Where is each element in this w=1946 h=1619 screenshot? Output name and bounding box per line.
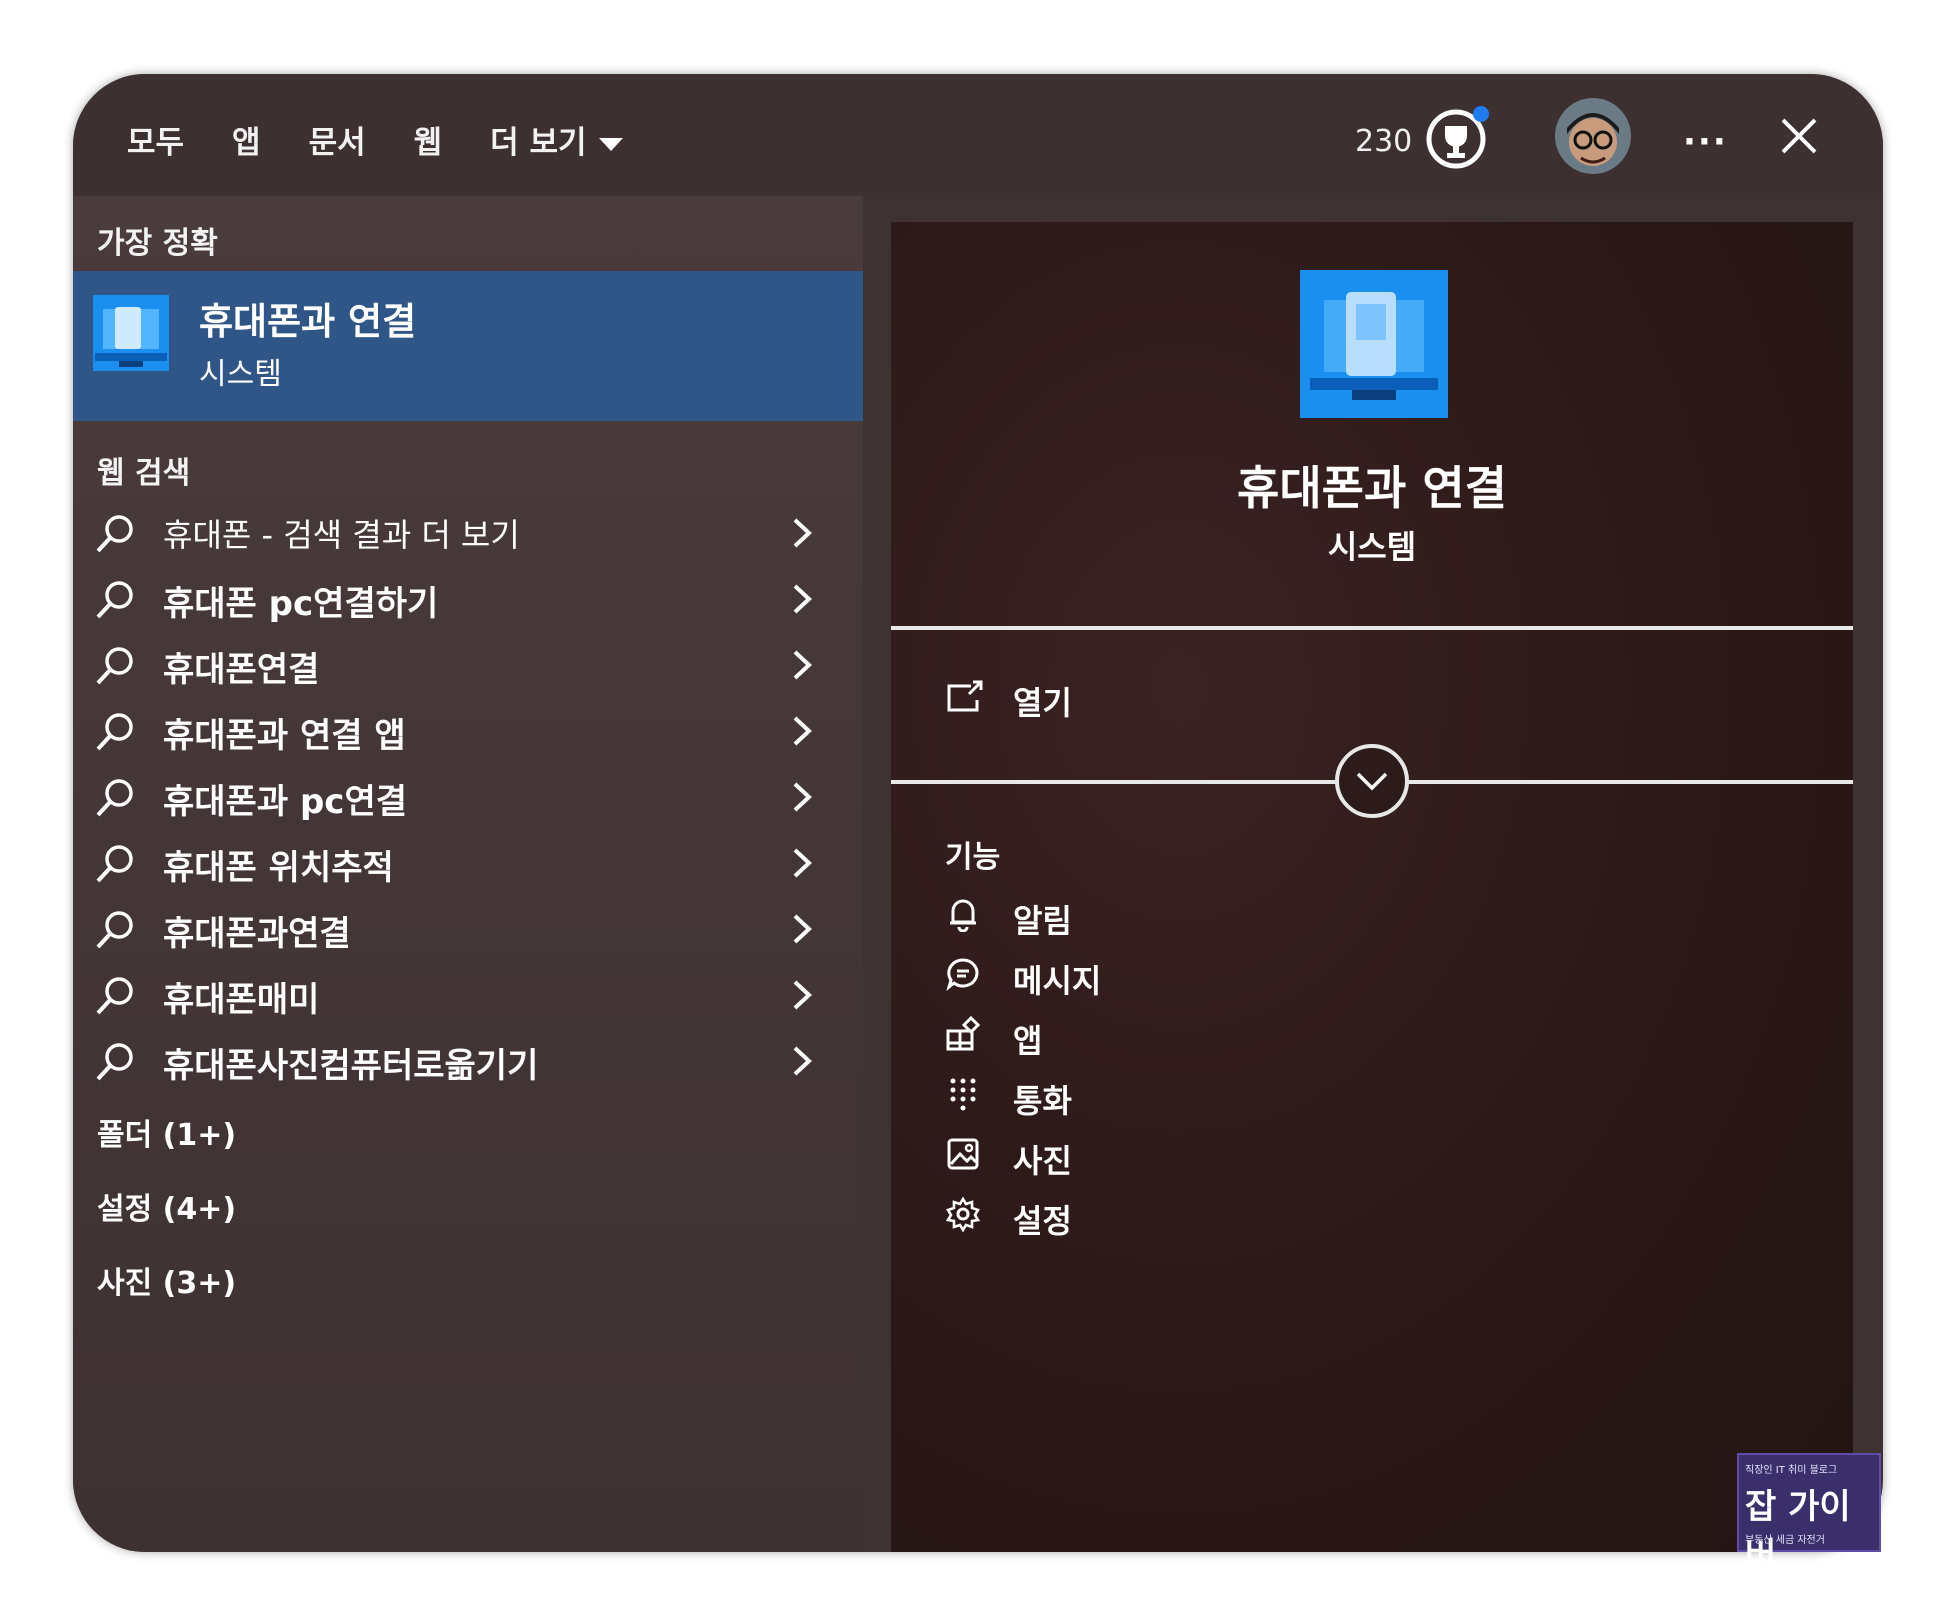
expand-button[interactable] [1335,744,1409,818]
rewards-trophy-icon[interactable] [1423,102,1493,172]
gear-icon [945,1196,981,1232]
watermark-main-text: 잡 가이버 [1745,1487,1851,1576]
web-search-item-label: 휴대폰매미 [163,980,320,1020]
feature-label: 사진 [1013,1142,1072,1180]
web-search-item-label: 휴대폰과 pc연결 [163,782,408,822]
rewards-points: 230 [1355,124,1413,159]
web-search-item[interactable]: 휴대폰매미 [73,962,863,1028]
watermark-logo: 직장인 IT 취미 블로그 잡 가이버 부동산 세금 자전거 [1737,1453,1881,1576]
photo-icon [947,1138,979,1170]
search-icon [96,779,133,817]
best-match-result[interactable]: 휴대폰과 연결 시스템 [73,271,863,421]
web-search-item[interactable]: 휴대폰 위치추적 [73,830,863,896]
search-icon [96,911,133,949]
web-search-item-label: 휴대폰연결 [163,650,320,690]
apps-icon [946,1016,981,1051]
web-search-item-label: 휴대폰 pc연결하기 [163,584,439,624]
category-photos[interactable]: 사진 (3+) [97,1258,236,1302]
best-match-title: 휴대폰과 연결 [199,300,417,343]
web-search-item[interactable]: 휴대폰과 pc연결 [73,764,863,830]
web-search-item-label: 휴대폰 위치추적 [163,848,394,888]
more-options-icon[interactable]: ··· [1683,114,1728,170]
results-pane: 가장 정확 휴대폰과 연결 시스템 웹 검색 휴대폰 - 검색 결과 더 보기 … [73,196,863,1552]
chevron-right-icon [793,1046,812,1076]
search-icon [96,647,133,685]
preview-pane: 휴대폰과 연결 시스템 열기 기능 알림 메시지 앱 통화 사진 설정 [891,222,1853,1552]
bell-icon [950,899,976,932]
chat-icon [946,958,979,992]
chevron-right-icon [793,782,812,812]
search-icon [96,581,133,619]
dialpad-icon [950,1078,976,1111]
close-icon[interactable] [1777,114,1821,158]
feature-label: 앱 [1013,1022,1043,1060]
chevron-right-icon [793,518,812,548]
preview-subtitle: 시스템 [1327,528,1417,566]
features-heading: 기능 [945,840,1001,875]
chevron-right-icon [793,848,812,878]
search-icon [96,713,133,751]
tab-more[interactable]: 더 보기 [466,112,646,174]
avatar[interactable] [1555,98,1631,174]
top-bar: 모두 앱 문서 웹 더 보기 230 ··· [73,74,1883,224]
best-match-subtitle: 시스템 [199,357,282,392]
chevron-right-icon [793,914,812,944]
tab-strip: 모두 앱 문서 웹 더 보기 [103,112,647,224]
web-search-item[interactable]: 휴대폰 - 검색 결과 더 보기 [73,500,863,566]
chevron-right-icon [793,584,812,614]
feature-label: 설정 [1013,1202,1072,1240]
watermark-bottom-text: 부동산 세금 자전거 [1745,1535,1825,1546]
chevron-right-icon [793,650,812,680]
watermark-top-text: 직장인 IT 취미 블로그 [1745,1465,1838,1476]
caret-down-icon [598,138,623,151]
tab-documents[interactable]: 문서 [285,112,390,174]
web-search-item-label: 휴대폰사진컴퓨터로옮기기 [163,1046,539,1086]
search-icon [96,515,133,553]
tab-all[interactable]: 모두 [103,112,209,224]
chevron-right-icon [793,716,812,746]
search-icon [96,845,133,883]
web-search-item[interactable]: 휴대폰 pc연결하기 [73,566,863,632]
tab-apps[interactable]: 앱 [208,112,285,174]
preview-title: 휴대폰과 연결 [1237,461,1507,515]
feature-label: 통화 [1013,1082,1072,1120]
chevron-right-icon [793,980,812,1010]
search-icon [96,977,133,1015]
web-search-item-label: 휴대폰 - 검색 결과 더 보기 [163,516,520,554]
open-label: 열기 [1013,684,1072,722]
feature-label: 메시지 [1013,962,1102,1000]
web-search-item[interactable]: 휴대폰사진컴퓨터로옮기기 [73,1028,863,1094]
web-search-heading: 웹 검색 [97,456,191,491]
search-icon [96,1043,133,1081]
open-external-icon [947,680,983,712]
category-folders[interactable]: 폴더 (1+) [97,1110,236,1154]
chevron-down-icon [1356,772,1388,791]
search-window: 모두 앱 문서 웹 더 보기 230 ··· 가장 정확 휴대폰과 연결 시스템… [73,74,1883,1552]
web-search-item[interactable]: 휴대폰과 연결 앱 [73,698,863,764]
web-search-item-label: 휴대폰과연결 [163,914,351,954]
divider [891,626,1853,630]
category-settings[interactable]: 설정 (4+) [97,1184,236,1228]
phone-link-app-icon [93,295,169,371]
best-match-heading: 가장 정확 [97,226,218,261]
tab-web[interactable]: 웹 [390,112,467,174]
phone-link-app-icon [1300,270,1448,418]
web-search-item-label: 휴대폰과 연결 앱 [163,716,406,756]
web-search-item[interactable]: 휴대폰과연결 [73,896,863,962]
web-search-item[interactable]: 휴대폰연결 [73,632,863,698]
feature-label: 알림 [1013,902,1072,940]
